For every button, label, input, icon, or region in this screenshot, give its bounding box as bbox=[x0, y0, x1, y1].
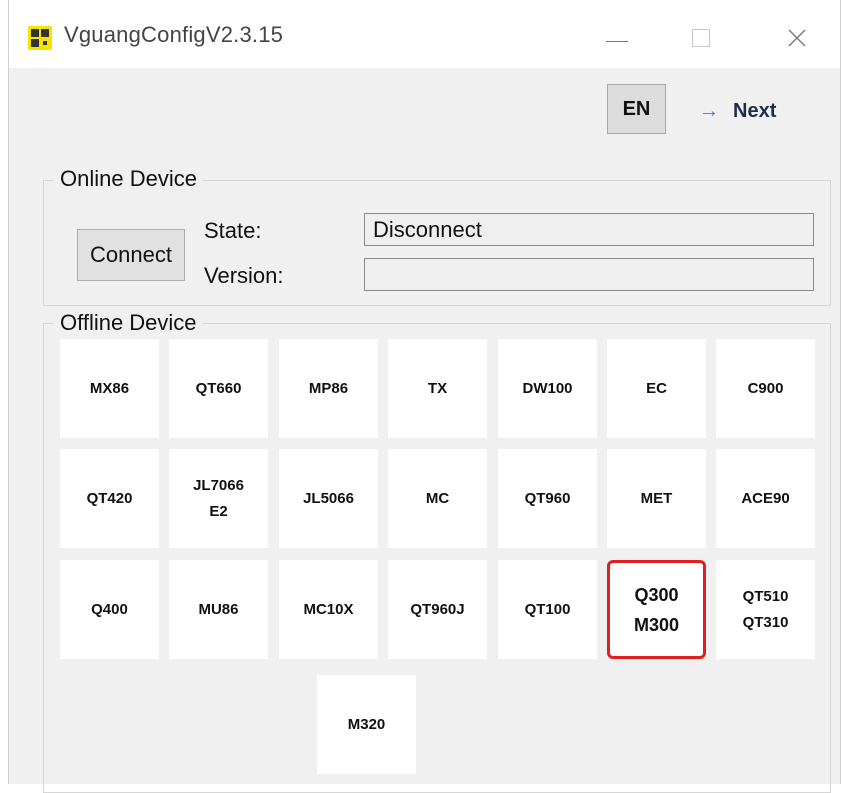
device-label-line1: QT100 bbox=[524, 600, 571, 618]
device-label-line1: MX86 bbox=[89, 379, 130, 397]
device-label: DW100 bbox=[522, 376, 572, 402]
device-button-jl7066-e2[interactable]: JL7066 E2 bbox=[169, 449, 268, 548]
device-label-line1: TX bbox=[427, 379, 448, 397]
version-label: Version: bbox=[204, 263, 284, 288]
device-button-c900[interactable]: C900 bbox=[716, 339, 815, 438]
minimize-icon bbox=[606, 40, 628, 42]
device-button-qt660[interactable]: QT660 bbox=[169, 339, 268, 438]
device-label-line1: JL5066 bbox=[303, 489, 354, 507]
device-label-line1: QT960J bbox=[410, 600, 465, 618]
device-label-line2: QT310 bbox=[742, 613, 789, 631]
device-button-mx86[interactable]: MX86 bbox=[60, 339, 159, 438]
device-button-mu86[interactable]: MU86 bbox=[169, 560, 268, 659]
device-label: MX86 bbox=[90, 376, 129, 402]
next-link[interactable]: → Next bbox=[699, 100, 776, 123]
device-label: MC bbox=[426, 486, 449, 512]
device-label: QT420 bbox=[87, 486, 133, 512]
device-button-tx[interactable]: TX bbox=[388, 339, 487, 438]
device-label: QT100 bbox=[525, 597, 571, 623]
device-label-line2: E2 bbox=[209, 502, 228, 520]
device-label-line2: M300 bbox=[633, 614, 680, 635]
device-button-qt100[interactable]: QT100 bbox=[498, 560, 597, 659]
device-label: JL7066 E2 bbox=[193, 473, 244, 525]
online-device-legend: Online Device bbox=[54, 166, 203, 192]
device-button-qt510-qt310[interactable]: QT510 QT310 bbox=[716, 560, 815, 659]
app-window: VguangConfigV2.3.15 EN → Next Online Dev… bbox=[8, 0, 841, 793]
device-label-line1: DW100 bbox=[522, 379, 573, 397]
device-label: Q300 M300 bbox=[634, 580, 679, 640]
offline-device-legend: Offline Device bbox=[54, 310, 203, 336]
window-title: VguangConfigV2.3.15 bbox=[64, 22, 284, 47]
connect-button[interactable]: Connect bbox=[77, 229, 185, 281]
device-label: JL5066 bbox=[303, 486, 354, 512]
device-button-dw100[interactable]: DW100 bbox=[498, 339, 597, 438]
device-button-q400[interactable]: Q400 bbox=[60, 560, 159, 659]
device-button-jl5066[interactable]: JL5066 bbox=[279, 449, 378, 548]
device-label-line1: MC bbox=[425, 489, 450, 507]
device-label-line1: QT660 bbox=[195, 379, 242, 397]
device-label: QT960 bbox=[525, 486, 571, 512]
device-label-line1: MC10X bbox=[303, 600, 354, 618]
arrow-right-icon: → bbox=[699, 100, 719, 122]
device-label-line1: MP86 bbox=[308, 379, 349, 397]
device-label: MET bbox=[641, 486, 673, 512]
device-button-qt420[interactable]: QT420 bbox=[60, 449, 159, 548]
app-logo-icon bbox=[28, 26, 52, 50]
device-button-mc[interactable]: MC bbox=[388, 449, 487, 548]
device-label: QT960J bbox=[410, 597, 464, 623]
device-button-m320[interactable]: M320 bbox=[317, 675, 416, 774]
device-button-qt960[interactable]: QT960 bbox=[498, 449, 597, 548]
device-label: EC bbox=[646, 376, 667, 402]
device-label-line1: QT960 bbox=[524, 489, 571, 507]
device-label: Q400 bbox=[91, 597, 128, 623]
device-label-line1: MET bbox=[640, 489, 673, 507]
maximize-icon bbox=[692, 29, 710, 47]
device-button-q300-m300[interactable]: Q300 M300 bbox=[607, 560, 706, 659]
device-label-line1: C900 bbox=[747, 379, 784, 397]
device-label: MC10X bbox=[303, 597, 353, 623]
close-icon bbox=[788, 29, 806, 47]
device-label: ACE90 bbox=[741, 486, 789, 512]
device-label: MU86 bbox=[198, 597, 238, 623]
language-button[interactable]: EN bbox=[607, 84, 666, 134]
device-label-line1: Q300 bbox=[634, 584, 679, 605]
device-label-line1: QT510 bbox=[742, 587, 789, 605]
device-button-met[interactable]: MET bbox=[607, 449, 706, 548]
device-button-qt960j[interactable]: QT960J bbox=[388, 560, 487, 659]
device-button-mp86[interactable]: MP86 bbox=[279, 339, 378, 438]
state-label: State: bbox=[204, 218, 262, 243]
next-label: Next bbox=[733, 100, 777, 122]
device-label-line1: EC bbox=[646, 379, 667, 397]
device-label: QT660 bbox=[196, 376, 242, 402]
device-button-mc10x[interactable]: MC10X bbox=[279, 560, 378, 659]
minimize-button[interactable] bbox=[597, 20, 637, 56]
device-label-line1: MU86 bbox=[198, 600, 239, 618]
device-button-ace90[interactable]: ACE90 bbox=[716, 449, 815, 548]
state-field: Disconnect bbox=[364, 213, 814, 246]
device-label-line1: QT420 bbox=[86, 489, 133, 507]
version-field bbox=[364, 258, 814, 291]
device-label-line1: Q400 bbox=[91, 600, 128, 618]
maximize-button[interactable] bbox=[681, 20, 721, 56]
device-label: MP86 bbox=[309, 376, 348, 402]
device-label-line1: M320 bbox=[347, 715, 386, 733]
close-button[interactable] bbox=[777, 20, 817, 56]
device-label: C900 bbox=[748, 376, 784, 402]
device-button-ec[interactable]: EC bbox=[607, 339, 706, 438]
device-label: TX bbox=[428, 376, 447, 402]
device-label: M320 bbox=[348, 712, 386, 738]
title-bar: VguangConfigV2.3.15 bbox=[9, 0, 840, 68]
device-label-line1: ACE90 bbox=[741, 489, 790, 507]
device-label-line1: JL7066 bbox=[193, 476, 244, 494]
device-label: QT510 QT310 bbox=[743, 584, 789, 636]
